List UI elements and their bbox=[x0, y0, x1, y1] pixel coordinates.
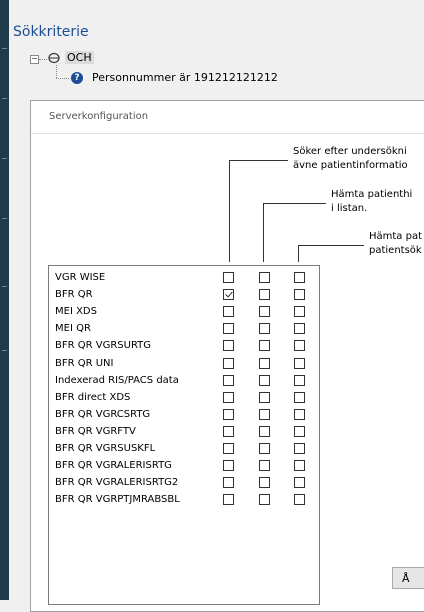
partial-button-label: Å bbox=[402, 572, 410, 585]
column-description-2: Hämta patienthi i listan. bbox=[331, 189, 413, 214]
server-row: MEI XDS bbox=[49, 304, 319, 321]
server-option-checkbox-1[interactable] bbox=[223, 425, 234, 437]
server-option-checkbox-3[interactable] bbox=[294, 306, 305, 318]
server-option-checkbox-2[interactable] bbox=[259, 408, 270, 420]
criterion-node[interactable]: Personnummer är 191212121212 bbox=[92, 71, 278, 84]
server-option-checkbox-3[interactable] bbox=[294, 494, 305, 506]
server-name: MEI QR bbox=[55, 323, 91, 335]
server-name: BFR QR VGRSUSKFL bbox=[55, 443, 156, 454]
server-option-checkbox-1[interactable] bbox=[223, 289, 234, 301]
search-criteria-title: Sökkriterie bbox=[13, 24, 89, 40]
server-option-checkbox-2[interactable] bbox=[259, 460, 270, 472]
server-option-checkbox-2[interactable] bbox=[259, 323, 270, 335]
server-option-checkbox-2[interactable] bbox=[259, 477, 270, 489]
server-row: BFR QR VGRSUSKFL bbox=[49, 441, 319, 458]
server-option-checkbox-3[interactable] bbox=[294, 477, 305, 489]
server-name: BFR QR VGRPTJMRABSBL bbox=[55, 494, 180, 506]
server-option-checkbox-1[interactable] bbox=[223, 374, 234, 386]
server-option-checkbox-1[interactable] bbox=[223, 391, 234, 403]
server-option-checkbox-1[interactable] bbox=[223, 494, 234, 506]
server-name: Indexerad RIS/PACS data bbox=[55, 374, 179, 386]
server-option-checkbox-1[interactable] bbox=[223, 408, 234, 420]
server-option-checkbox-3[interactable] bbox=[294, 425, 305, 437]
server-option-checkbox-2[interactable] bbox=[259, 494, 270, 506]
server-option-checkbox-1[interactable] bbox=[223, 340, 234, 352]
logic-operator-icon bbox=[48, 52, 60, 64]
server-row: BFR QR VGRSURTG bbox=[49, 338, 319, 355]
server-name: BFR QR VGRALERISRTG2 bbox=[55, 477, 179, 489]
server-option-checkbox-2[interactable] bbox=[259, 374, 270, 386]
server-name: BFR QR VGRFTV bbox=[55, 425, 136, 437]
server-option-checkbox-1[interactable] bbox=[223, 357, 234, 369]
collapse-toggle-icon[interactable]: − bbox=[30, 55, 39, 64]
column-description-3: Hämta pat patientsök bbox=[369, 231, 423, 256]
server-option-checkbox-3[interactable] bbox=[294, 391, 305, 403]
background-app-strip bbox=[0, 0, 9, 600]
server-row: VGR WISE bbox=[49, 270, 319, 287]
server-option-checkbox-3[interactable] bbox=[294, 289, 305, 301]
server-name: BFR QR UNI bbox=[55, 357, 114, 369]
server-option-checkbox-2[interactable] bbox=[259, 289, 270, 301]
server-option-checkbox-2[interactable] bbox=[259, 425, 270, 437]
server-option-checkbox-2[interactable] bbox=[259, 340, 270, 352]
server-option-checkbox-1[interactable] bbox=[223, 306, 234, 318]
criterion-info-icon: ? bbox=[71, 72, 83, 84]
tree-connector bbox=[56, 65, 57, 78]
operator-node[interactable]: OCH bbox=[65, 51, 94, 64]
server-option-checkbox-3[interactable] bbox=[294, 460, 305, 472]
server-row: BFR QR VGRALERISRTG2 bbox=[49, 475, 319, 492]
tree-connector bbox=[56, 78, 69, 79]
server-option-checkbox-3[interactable] bbox=[294, 374, 305, 386]
server-option-checkbox-1[interactable] bbox=[223, 460, 234, 472]
server-name: BFR QR VGRALERISRTG bbox=[55, 460, 172, 472]
column-description-1: Söker efter undersökni ävne patientinfor… bbox=[293, 146, 408, 171]
server-option-checkbox-3[interactable] bbox=[294, 408, 305, 420]
server-name: MEI XDS bbox=[55, 306, 97, 318]
server-option-checkbox-1[interactable] bbox=[223, 272, 234, 283]
dialog-title: Serverkonfiguration bbox=[49, 111, 149, 122]
server-option-checkbox-3[interactable] bbox=[294, 323, 305, 335]
server-option-checkbox-2[interactable] bbox=[259, 443, 270, 454]
server-option-checkbox-2[interactable] bbox=[259, 357, 270, 369]
server-option-checkbox-1[interactable] bbox=[223, 477, 234, 489]
server-row: BFR QR VGRALERISRTG bbox=[49, 458, 319, 475]
server-row: Indexerad RIS/PACS data bbox=[49, 373, 319, 390]
server-name: VGR WISE bbox=[55, 272, 106, 283]
server-list[interactable]: VGR WISE BFR QR MEI XDS MEI QR BFR QR VGRSUR… bbox=[48, 265, 320, 605]
server-name: BFR QR VGRSURTG bbox=[55, 340, 152, 352]
server-name: BFR QR VGRCSRTG bbox=[55, 408, 151, 420]
server-row: BFR direct XDS bbox=[49, 390, 319, 407]
server-row: BFR QR bbox=[49, 287, 319, 304]
server-option-checkbox-3[interactable] bbox=[294, 357, 305, 369]
partial-button[interactable]: Å bbox=[392, 567, 424, 589]
column-3-connector bbox=[298, 245, 364, 262]
divider bbox=[31, 133, 424, 134]
server-name: BFR QR bbox=[55, 289, 93, 301]
server-option-checkbox-3[interactable] bbox=[294, 443, 305, 454]
server-option-checkbox-2[interactable] bbox=[259, 306, 270, 318]
server-option-checkbox-1[interactable] bbox=[223, 443, 234, 454]
server-option-checkbox-3[interactable] bbox=[294, 340, 305, 352]
server-option-checkbox-3[interactable] bbox=[294, 272, 305, 283]
server-option-checkbox-1[interactable] bbox=[223, 323, 234, 335]
tree-connector bbox=[39, 59, 47, 60]
server-option-checkbox-2[interactable] bbox=[259, 391, 270, 403]
server-row: MEI QR bbox=[49, 321, 319, 338]
server-option-checkbox-2[interactable] bbox=[259, 272, 270, 283]
server-row: BFR QR UNI bbox=[49, 356, 319, 373]
server-row: BFR QR VGRPTJMRABSBL bbox=[49, 492, 319, 509]
server-row: BFR QR VGRCSRTG bbox=[49, 407, 319, 424]
server-row: BFR QR VGRFTV bbox=[49, 424, 319, 441]
server-name: BFR direct XDS bbox=[55, 391, 131, 403]
